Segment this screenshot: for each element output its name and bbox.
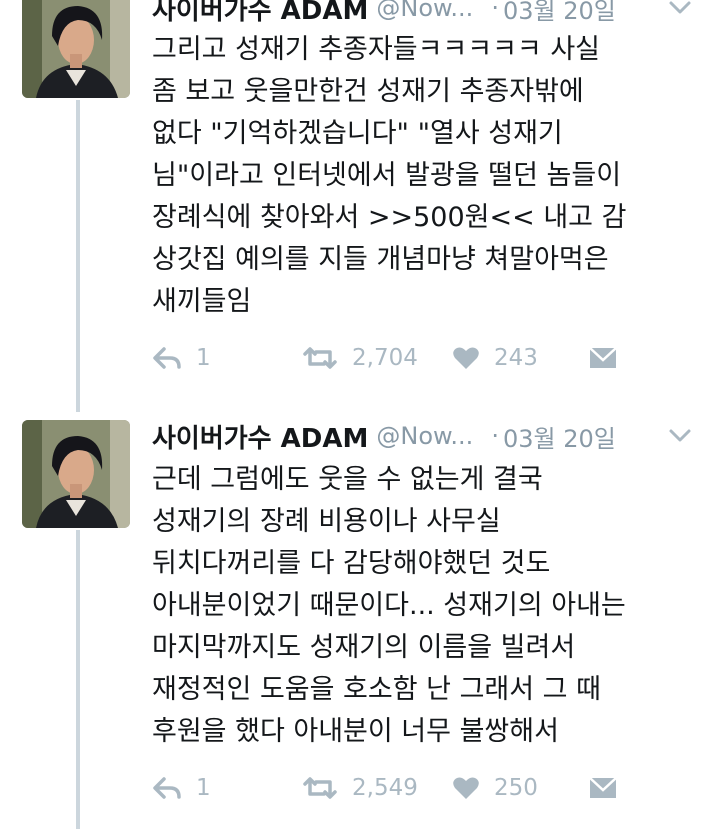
tweet[interactable]: 사이버가수 ADAM @Now... · 03월 20일 그리고 성재기 추종자…	[0, 0, 720, 400]
tweet-text-line: 아내분이었기 때문이다... 성재기의 아내는	[152, 590, 626, 621]
tweet-text-line: 없다 "기억하겠습니다" "열사 성재기	[152, 118, 563, 149]
tweet-text: 근데 그럼에도 웃을 수 없는게 결국 성재기의 장례 비용이나 사무실 뒤치다…	[152, 459, 712, 753]
reply-button[interactable]: 1	[152, 345, 302, 371]
chevron-down-icon[interactable]	[668, 426, 692, 446]
tweet-text-line: 근데 그럼에도 웃을 수 없는게 결국	[152, 464, 543, 495]
tweet-text-line: 뒤치다꺼리를 다 감당해야했던 것도	[152, 548, 551, 579]
reply-button[interactable]: 1	[152, 775, 302, 801]
retweet-icon	[302, 776, 338, 800]
like-count: 250	[494, 775, 538, 801]
tweet-text-line: 성재기의 장례 비용이나 사무실	[152, 506, 501, 537]
reply-count: 1	[196, 345, 211, 371]
tweet-text: 그리고 성재기 추종자들ㅋㅋㅋㅋㅋ 사실 좀 보고 웃을만한건 성재기 추종자밖…	[152, 29, 712, 323]
user-handle[interactable]: @Now...	[376, 422, 473, 450]
separator: ·	[491, 0, 499, 22]
like-button[interactable]: 243	[452, 345, 588, 371]
display-name[interactable]: 사이버가수 ADAM	[152, 418, 368, 455]
tweet-actions: 1 2,704 243	[152, 338, 632, 378]
tweet-date[interactable]: 03월 20일	[503, 419, 616, 454]
direct-message-button[interactable]	[588, 346, 618, 370]
like-count: 243	[494, 345, 538, 371]
retweet-button[interactable]: 2,549	[302, 775, 452, 801]
tweet-text-line: 새끼들임	[152, 286, 252, 317]
tweet-text-line: 좀 보고 웃을만한건 성재기 추종자밖에	[152, 76, 584, 107]
tweet-text-line: 님"이라고 인터넷에서 발광을 떨던 놈들이	[152, 160, 622, 191]
direct-message-button[interactable]	[588, 776, 618, 800]
tweet-header: 사이버가수 ADAM @Now... · 03월 20일	[152, 416, 700, 456]
direct-message-icon	[588, 776, 618, 800]
retweet-icon	[302, 346, 338, 370]
like-icon	[452, 346, 480, 370]
reply-count: 1	[196, 775, 211, 801]
direct-message-icon	[588, 346, 618, 370]
tweet-actions: 1 2,549 250	[152, 768, 632, 808]
avatar[interactable]	[22, 0, 130, 98]
reply-icon	[152, 346, 182, 370]
retweet-button[interactable]: 2,704	[302, 345, 452, 371]
tweet-text-line: 재정적인 도움을 호소함 난 그래서 그 때	[152, 674, 601, 705]
retweet-count: 2,704	[352, 345, 418, 371]
retweet-count: 2,549	[352, 775, 418, 801]
reply-icon	[152, 776, 182, 800]
tweet[interactable]: 사이버가수 ADAM @Now... · 03월 20일 근데 그럼에도 웃을 …	[0, 410, 720, 829]
tweet-feed: 사이버가수 ADAM @Now... · 03월 20일 그리고 성재기 추종자…	[0, 0, 720, 829]
tweet-text-line: 마지막까지도 성재기의 이름을 빌려서	[152, 632, 576, 663]
tweet-text-line: 장례식에 찾아와서 >>500원<< 내고 감	[152, 202, 627, 233]
tweet-text-line: 상갓집 예의를 지들 개념마냥 쳐말아먹은	[152, 244, 609, 275]
like-icon	[452, 776, 480, 800]
avatar[interactable]	[22, 420, 130, 528]
tweet-date[interactable]: 03월 20일	[503, 0, 616, 26]
tweet-text-line: 그리고 성재기 추종자들ㅋㅋㅋㅋㅋ 사실	[152, 34, 601, 65]
display-name[interactable]: 사이버가수 ADAM	[152, 0, 368, 27]
tweet-header: 사이버가수 ADAM @Now... · 03월 20일	[152, 0, 700, 28]
user-handle[interactable]: @Now...	[376, 0, 473, 22]
separator: ·	[491, 422, 499, 450]
tweet-text-line: 후원을 했다 아내분이 너무 불쌍해서	[152, 716, 559, 747]
chevron-down-icon[interactable]	[668, 0, 692, 18]
like-button[interactable]: 250	[452, 775, 588, 801]
